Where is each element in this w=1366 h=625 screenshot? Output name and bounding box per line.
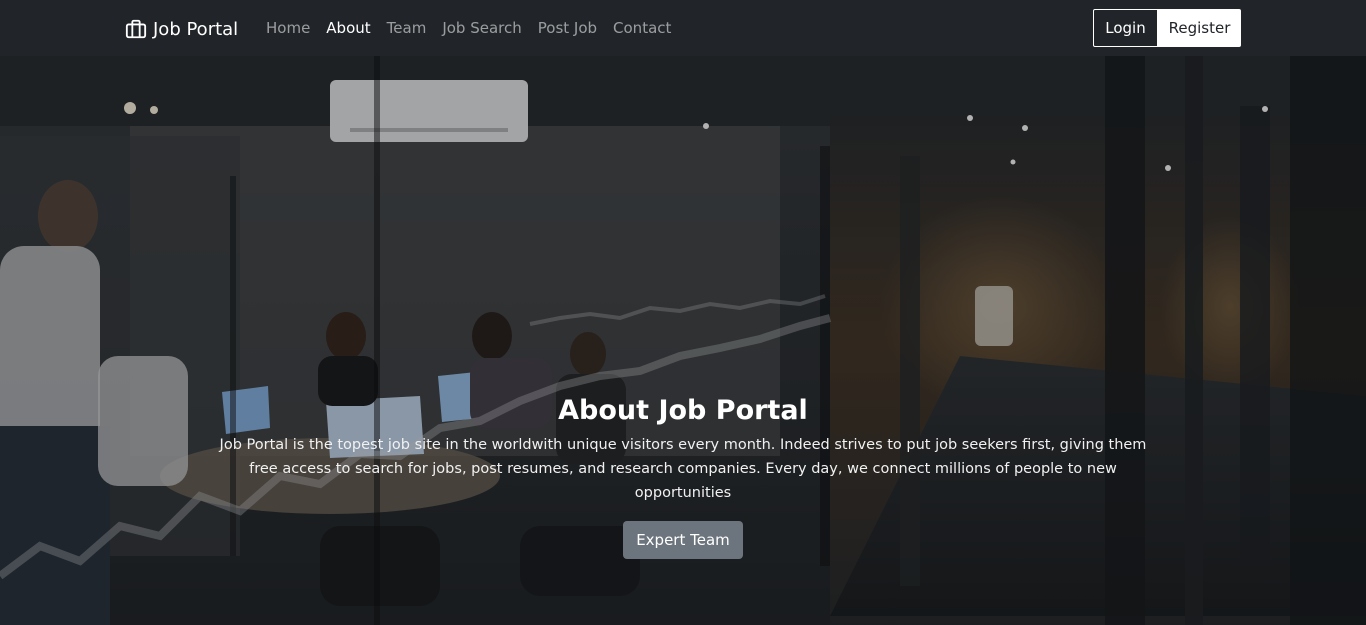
hero-title: About Job Portal bbox=[558, 395, 808, 426]
nav-menu: Home About Team Job Search Post Job Cont… bbox=[258, 17, 679, 39]
brand-label: Job Portal bbox=[153, 18, 239, 40]
hero-section: About Job Portal Job Portal is the topes… bbox=[0, 56, 1366, 625]
register-button[interactable]: Register bbox=[1158, 9, 1241, 47]
nav-link-team[interactable]: Team bbox=[379, 17, 435, 39]
nav-link-job-search[interactable]: Job Search bbox=[434, 17, 529, 39]
hero-description: Job Portal is the topest job site in the… bbox=[219, 437, 1147, 501]
login-button[interactable]: Login bbox=[1093, 9, 1158, 47]
hero-content: About Job Portal Job Portal is the topes… bbox=[0, 393, 1366, 559]
nav-link-home[interactable]: Home bbox=[258, 17, 318, 39]
auth-buttons: Login Register bbox=[1093, 9, 1241, 47]
navbar: Job Portal Home About Team Job Search Po… bbox=[0, 0, 1366, 56]
nav-link-about[interactable]: About bbox=[318, 17, 378, 39]
brand-link[interactable]: Job Portal bbox=[125, 15, 238, 43]
expert-team-button[interactable]: Expert Team bbox=[623, 521, 743, 559]
briefcase-icon bbox=[125, 19, 147, 39]
nav-link-contact[interactable]: Contact bbox=[605, 17, 679, 39]
nav-link-post-job[interactable]: Post Job bbox=[530, 17, 605, 39]
